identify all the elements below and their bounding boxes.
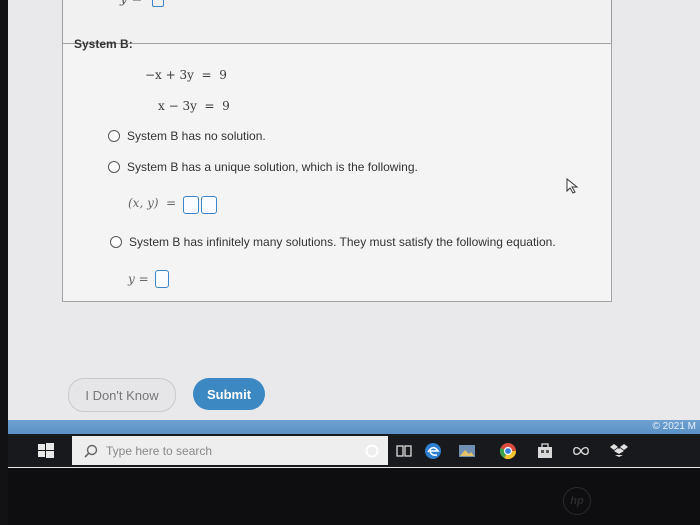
screen-bezel xyxy=(0,0,8,525)
y-value-input[interactable] xyxy=(201,196,217,214)
mouse-cursor-icon xyxy=(566,178,579,194)
store-icon[interactable] xyxy=(536,442,554,460)
option-no-solution-label: System B has no solution. xyxy=(127,129,266,143)
system-title: System B: xyxy=(74,37,133,51)
dont-know-button[interactable]: I Don't Know xyxy=(68,378,176,412)
cortana-icon[interactable] xyxy=(363,442,381,460)
laptop-brand-logo: hp xyxy=(563,487,591,515)
infinite-solution-prefix: y = xyxy=(128,272,149,286)
chrome-icon[interactable] xyxy=(499,442,517,460)
option-unique-solution-label: System B has a unique solution, which is… xyxy=(127,160,418,174)
photos-icon[interactable] xyxy=(458,442,476,460)
browser-screen: y = System B: −x + 3y = 9 x − 3y = 9 Sys… xyxy=(0,0,700,468)
previous-answer-input[interactable] xyxy=(152,0,164,7)
equation-2: x − 3y = 9 xyxy=(158,99,230,113)
previous-answer-label: y = xyxy=(120,0,142,7)
footer-bar xyxy=(0,420,700,434)
windows-start-icon[interactable] xyxy=(38,443,54,459)
equation-input[interactable] xyxy=(155,270,169,288)
option-infinite-solutions[interactable]: System B has infinitely many solutions. … xyxy=(110,235,556,249)
submit-button[interactable]: Submit xyxy=(193,378,265,410)
taskbar-search-box[interactable]: Type here to search xyxy=(72,436,388,465)
infinity-icon[interactable] xyxy=(572,442,590,460)
copyright-text: © 2021 M xyxy=(652,421,696,432)
dropbox-icon[interactable] xyxy=(610,442,628,460)
option-unique-solution[interactable]: System B has a unique solution, which is… xyxy=(108,160,418,174)
radio-infinite-solutions[interactable] xyxy=(110,236,122,248)
radio-no-solution[interactable] xyxy=(108,130,120,142)
equation-1: −x + 3y = 9 xyxy=(145,68,227,82)
radio-unique-solution[interactable] xyxy=(108,161,120,173)
search-placeholder: Type here to search xyxy=(106,443,213,458)
option-infinite-solutions-label: System B has infinitely many solutions. … xyxy=(129,235,556,249)
edge-icon[interactable] xyxy=(424,442,442,460)
task-view-icon[interactable] xyxy=(395,442,413,460)
x-value-input[interactable] xyxy=(183,196,199,214)
option-no-solution[interactable]: System B has no solution. xyxy=(108,129,266,143)
previous-question-panel xyxy=(62,0,612,46)
search-icon xyxy=(84,444,98,458)
unique-solution-prefix: (x, y) = xyxy=(128,196,177,210)
